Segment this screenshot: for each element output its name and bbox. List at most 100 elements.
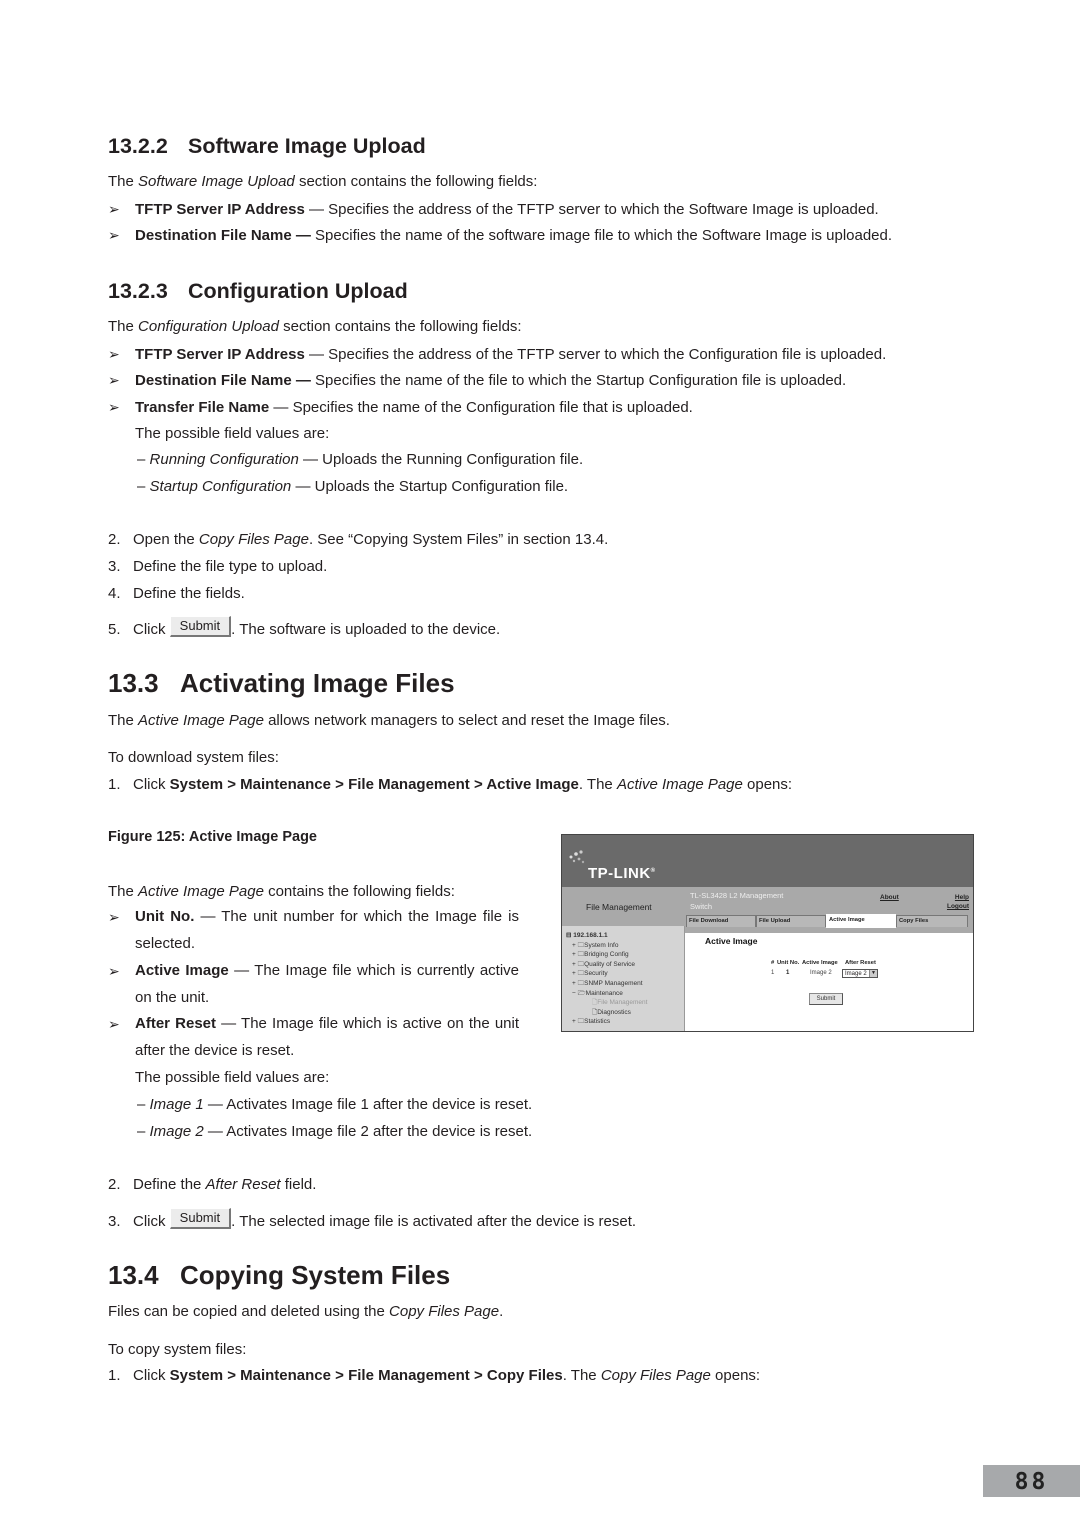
section-number: 13.3 <box>108 668 159 698</box>
registered-mark: ® <box>650 868 656 874</box>
tree-item-label: Security <box>584 970 608 978</box>
screenshot-submit-button: Submit <box>809 993 843 1005</box>
intro-emphasis: Software Image Upload <box>138 173 295 190</box>
dropdown-arrow-icon: ▼ <box>869 970 877 977</box>
step-item: 3. Click Submit. The selected image file … <box>108 1208 636 1231</box>
navigation-tree: ⊟ 192.168.1.1 + 🗀System Info + 🗀Bridging… <box>566 931 647 1027</box>
arrow-bullet-icon: ➢ <box>108 201 120 217</box>
tree-item-label: Diagnostics <box>597 1008 631 1016</box>
bullet-text: — Specifies the address of the TFTP serv… <box>304 346 887 363</box>
active-image-page-screenshot: TP-LINK® File Management TL-SL3428 L2 Ma… <box>561 834 974 1032</box>
section-intro: The Software Image Upload section contai… <box>108 173 537 191</box>
section-intro: The Configuration Upload section contain… <box>108 318 522 336</box>
section-title: Software Image Upload <box>188 134 426 158</box>
dash: – <box>137 1096 150 1113</box>
bullet-item: ➢ Destination File Name — Specifies the n… <box>108 371 846 390</box>
cell-active-image: Image 2 <box>810 970 832 976</box>
tree-root-label: 192.168.1.1 <box>573 932 608 939</box>
tree-item: − 🗁Maintenance <box>572 989 623 997</box>
value-item: – Running Configuration — Uploads the Ru… <box>137 451 583 469</box>
step-text: . The <box>578 776 617 793</box>
intro-text: . <box>499 1303 504 1320</box>
intro-text: contains the following fields: <box>263 883 455 900</box>
possible-values-label: The possible field values are: <box>135 1069 330 1086</box>
arrow-bullet-icon: ➢ <box>108 227 120 243</box>
step-emphasis: Active Image Page <box>616 776 743 793</box>
menu-path: System > Maintenance > File Management >… <box>169 776 579 793</box>
arrow-bullet-icon: ➢ <box>108 346 120 362</box>
help-link: Help <box>954 894 969 901</box>
section-heading-13-2-2: 13.2.2 Software Image Upload <box>108 134 426 159</box>
bullet-item: ➢ TFTP Server IP Address — Specifies the … <box>108 345 886 364</box>
bullet-item: After Reset — The Image file which is ac… <box>135 1011 519 1064</box>
value-text: — Uploads the Running Configuration file… <box>298 451 584 468</box>
intro-text: section contains the following fields: <box>278 318 522 335</box>
step-emphasis: After Reset <box>205 1176 281 1193</box>
step-text: opens: <box>710 1367 761 1384</box>
bullet-term: TFTP Server IP Address <box>135 346 305 363</box>
intro-emphasis: Active Image Page <box>138 883 264 900</box>
tree-item: + 🗀Bridging Config <box>572 951 629 959</box>
tree-item: + 🗀Statistics <box>572 1018 611 1026</box>
step-text: Define the file type to upload. <box>133 558 328 575</box>
step-item: 5. Click Submit. The software is uploaded… <box>108 616 500 639</box>
section-title: Activating Image Files <box>180 668 455 698</box>
step-text: Click <box>133 1213 170 1230</box>
tab-active-image: Active Image <box>826 914 896 928</box>
logo-text: TP-LINK <box>588 865 651 882</box>
bullet-term: Destination File Name — <box>135 372 311 389</box>
step-number: 1. <box>108 776 121 793</box>
step-number: 3. <box>108 558 121 575</box>
tp-link-logo: TP-LINK® <box>588 865 656 882</box>
step-text: Define the <box>133 1176 206 1193</box>
tree-item-label: Statistics <box>584 1018 611 1026</box>
section-heading-13-4: 13.4 Copying System Files <box>108 1260 450 1291</box>
intro-text: The <box>108 883 139 900</box>
arrow-bullet-icon: ➢ <box>108 909 120 925</box>
tree-root: ⊟ 192.168.1.1 <box>566 932 608 939</box>
dash: – <box>137 451 150 468</box>
after-reset-value: Image 2 <box>845 971 867 977</box>
step-item: 2. Open the Copy Files Page. See “Copying… <box>108 531 608 549</box>
value-text: — Uploads the Startup Configuration file… <box>291 478 569 495</box>
step-item: 2. Define the After Reset field. <box>108 1176 316 1194</box>
value-text: — Activates Image file 1 after the devic… <box>203 1096 533 1113</box>
tab-file-download: File Download <box>686 915 756 927</box>
bullet-text: — Specifies the name of the Configuratio… <box>269 399 693 416</box>
value-name: Running Configuration <box>149 451 299 468</box>
device-title-line: TL-SL3428 L2 Management <box>690 891 784 900</box>
step-text: Click <box>133 1367 170 1384</box>
arrow-bullet-icon: ➢ <box>108 1016 120 1032</box>
intro-text: The <box>108 318 139 335</box>
step-text: . The software is uploaded to the device… <box>231 621 501 638</box>
step-text: Open the <box>133 531 199 548</box>
bullet-text: Specifies the name of the software image… <box>310 227 893 244</box>
step-item: 3. Define the file type to upload. <box>108 558 327 576</box>
dash: – <box>137 478 150 495</box>
bullet-item: ➢ Destination File Name — Specifies the n… <box>108 226 892 245</box>
after-reset-select: Image 2 ▼ <box>842 969 878 978</box>
bullet-text: Specifies the name of the file to which … <box>310 372 847 389</box>
intro-text: section contains the following fields: <box>294 173 538 190</box>
logout-link: Logout <box>946 903 969 910</box>
section-number: 13.2.2 <box>108 134 168 158</box>
section-heading-13-2-3: 13.2.3 Configuration Upload <box>108 279 408 304</box>
arrow-bullet-icon: ➢ <box>108 399 120 415</box>
possible-values-label: The possible field values are: <box>135 425 330 442</box>
dash: – <box>137 1123 150 1140</box>
table-header-index: # <box>771 960 775 966</box>
tree-item: + 🗀System Info <box>572 941 619 949</box>
figure-caption: Figure 125: Active Image Page <box>108 829 317 845</box>
step-text: . The selected image file is activated a… <box>231 1213 637 1230</box>
bullet-text: — Specifies the address of the TFTP serv… <box>304 201 879 218</box>
step-emphasis: Copy Files Page <box>600 1367 711 1384</box>
tree-item-label: Maintenance <box>585 989 623 997</box>
bullet-term: TFTP Server IP Address <box>135 201 305 218</box>
tree-item: + 🗀Security <box>572 970 608 978</box>
table-header-after-reset: After Reset <box>845 960 876 966</box>
section-intro: Files can be copied and deleted using th… <box>108 1303 503 1321</box>
intro-emphasis: Active Image Page <box>138 712 264 729</box>
tree-item: + 🗀Quality of Service <box>572 960 636 968</box>
step-text: Click <box>133 621 170 638</box>
step-text: field. <box>280 1176 317 1193</box>
